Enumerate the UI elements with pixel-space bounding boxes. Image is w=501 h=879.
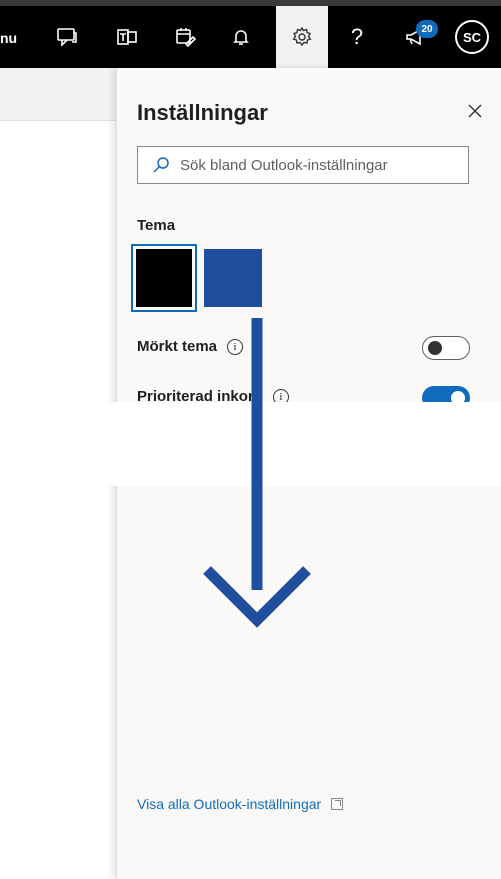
- teams-button[interactable]: [104, 6, 150, 68]
- bell-icon: [233, 30, 249, 45]
- search-icon: [153, 157, 169, 173]
- chat-icon: [57, 28, 77, 47]
- theme-swatch-blue[interactable]: [204, 249, 262, 307]
- overlay-band: [0, 402, 501, 486]
- chat-button[interactable]: [44, 6, 90, 68]
- info-icon[interactable]: i: [227, 338, 244, 355]
- settings-button[interactable]: [276, 6, 328, 68]
- external-link-icon: [331, 798, 344, 810]
- view-all-settings-link[interactable]: Visa alla Outlook-inställningar: [137, 796, 344, 812]
- help-button[interactable]: ?: [334, 6, 380, 68]
- calendar-edit-icon: [176, 28, 196, 48]
- dark-theme-label: Mörkt tema: [137, 338, 218, 355]
- whats-new-button[interactable]: 20: [392, 6, 438, 68]
- teams-icon: [117, 29, 137, 45]
- menu-label[interactable]: nu: [0, 30, 17, 46]
- mail-toolbar: [0, 68, 116, 121]
- close-button[interactable]: [462, 98, 488, 124]
- notifications-button[interactable]: [218, 6, 264, 68]
- dark-theme-row: Mörkt tema i: [137, 338, 244, 355]
- settings-search[interactable]: [137, 146, 469, 184]
- notification-badge: 20: [416, 20, 438, 38]
- panel-title: Inställningar: [137, 100, 268, 125]
- calendar-button[interactable]: [162, 6, 208, 68]
- dark-theme-toggle[interactable]: [422, 336, 470, 360]
- view-all-settings-label: Visa alla Outlook-inställningar: [137, 796, 322, 812]
- close-icon: [468, 104, 482, 118]
- avatar[interactable]: SC: [455, 20, 489, 54]
- mail-list-area: [0, 121, 116, 879]
- top-bar: nu ? 20 SC: [0, 0, 501, 68]
- theme-heading: Tema: [137, 217, 176, 234]
- help-icon: ?: [350, 24, 364, 49]
- search-input[interactable]: [178, 155, 462, 175]
- theme-swatch-black[interactable]: [131, 244, 197, 312]
- gear-icon: [292, 26, 312, 47]
